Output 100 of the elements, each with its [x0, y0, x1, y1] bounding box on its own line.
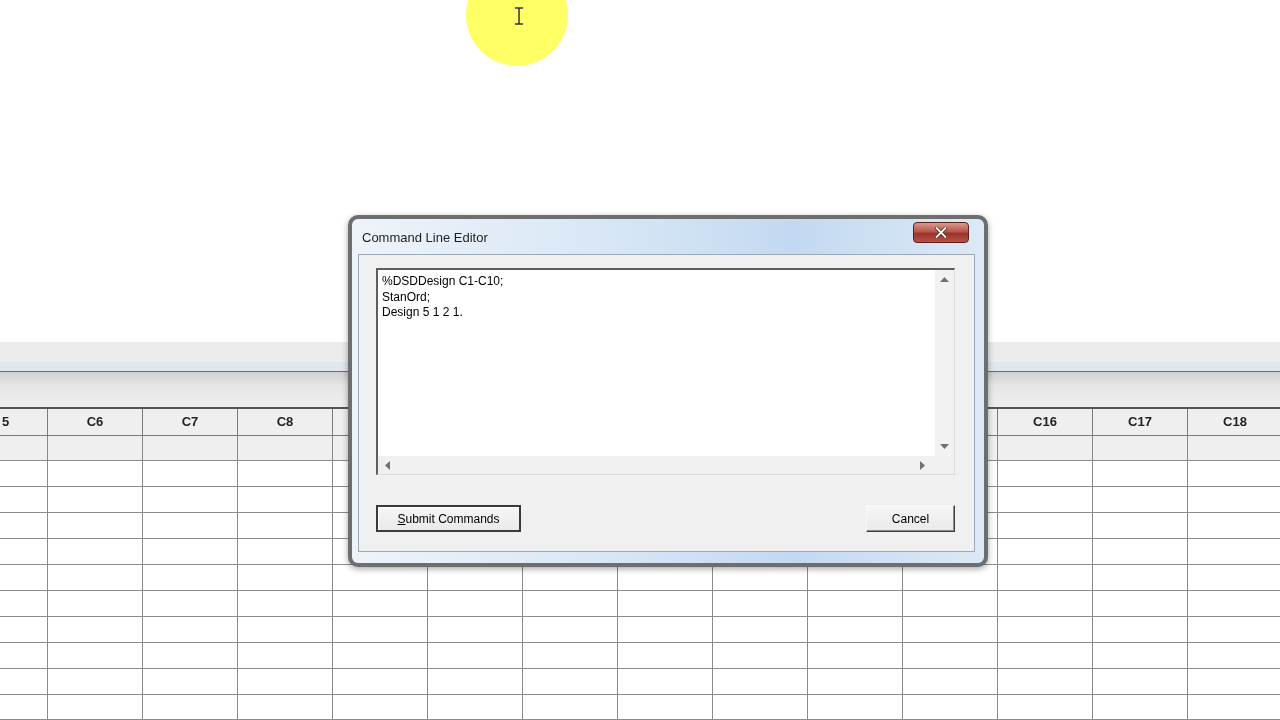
scroll-right-arrow-icon[interactable]	[920, 460, 925, 470]
worksheet-cell[interactable]	[143, 487, 238, 513]
worksheet-cell[interactable]	[1093, 513, 1188, 539]
column-name-cell[interactable]	[1188, 436, 1280, 461]
worksheet-cell[interactable]	[428, 591, 523, 617]
worksheet-cell[interactable]	[238, 617, 333, 643]
worksheet-cell[interactable]	[618, 617, 713, 643]
worksheet-cell[interactable]	[998, 617, 1093, 643]
worksheet-cell[interactable]	[48, 643, 143, 669]
column-name-cell[interactable]	[1093, 436, 1188, 461]
column-header[interactable]: C8	[238, 409, 333, 436]
worksheet-cell[interactable]	[523, 669, 618, 695]
column-name-cell[interactable]	[48, 436, 143, 461]
worksheet-cell[interactable]	[713, 565, 808, 591]
worksheet-cell[interactable]	[523, 591, 618, 617]
worksheet-cell[interactable]	[903, 617, 998, 643]
worksheet-cell[interactable]	[618, 643, 713, 669]
worksheet-cell[interactable]	[143, 513, 238, 539]
column-name-cell[interactable]	[0, 436, 48, 461]
worksheet-cell[interactable]	[143, 617, 238, 643]
worksheet-cell[interactable]	[998, 695, 1093, 720]
column-header[interactable]: C18	[1188, 409, 1280, 436]
worksheet-cell[interactable]	[48, 669, 143, 695]
worksheet-cell[interactable]	[523, 643, 618, 669]
worksheet-cell[interactable]	[903, 643, 998, 669]
worksheet-cell[interactable]	[808, 565, 903, 591]
worksheet-cell[interactable]	[618, 669, 713, 695]
worksheet-cell[interactable]	[998, 487, 1093, 513]
worksheet-cell[interactable]	[618, 695, 713, 720]
worksheet-cell[interactable]	[238, 669, 333, 695]
worksheet-cell[interactable]	[998, 461, 1093, 487]
worksheet-cell[interactable]	[428, 643, 523, 669]
worksheet-cell[interactable]	[1093, 669, 1188, 695]
worksheet-cell[interactable]	[808, 617, 903, 643]
worksheet-cell[interactable]	[48, 487, 143, 513]
worksheet-cell[interactable]	[143, 461, 238, 487]
worksheet-cell[interactable]	[143, 695, 238, 720]
scroll-up-arrow-icon[interactable]	[940, 277, 949, 282]
worksheet-cell[interactable]	[523, 565, 618, 591]
worksheet-cell[interactable]	[713, 591, 808, 617]
worksheet-cell[interactable]	[618, 565, 713, 591]
worksheet-cell[interactable]	[428, 565, 523, 591]
worksheet-cell[interactable]	[998, 643, 1093, 669]
worksheet-cell[interactable]	[48, 591, 143, 617]
worksheet-cell[interactable]	[1093, 695, 1188, 720]
worksheet-cell[interactable]	[333, 591, 428, 617]
worksheet-cell[interactable]	[333, 695, 428, 720]
worksheet-cell[interactable]	[998, 513, 1093, 539]
worksheet-cell[interactable]	[998, 565, 1093, 591]
submit-button[interactable]: Submit Commands	[376, 505, 521, 532]
close-button[interactable]	[913, 222, 969, 243]
worksheet-cell[interactable]	[713, 643, 808, 669]
worksheet-cell[interactable]	[1093, 487, 1188, 513]
worksheet-cell[interactable]	[143, 565, 238, 591]
worksheet-cell[interactable]	[0, 591, 48, 617]
column-header[interactable]: C7	[143, 409, 238, 436]
worksheet-cell[interactable]	[713, 617, 808, 643]
worksheet-cell[interactable]	[808, 695, 903, 720]
worksheet-cell[interactable]	[1093, 565, 1188, 591]
worksheet-cell[interactable]	[238, 591, 333, 617]
cancel-button[interactable]: Cancel	[866, 505, 955, 532]
worksheet-cell[interactable]	[48, 565, 143, 591]
column-name-cell[interactable]	[998, 436, 1093, 461]
worksheet-cell[interactable]	[523, 617, 618, 643]
worksheet-cell[interactable]	[428, 617, 523, 643]
column-header[interactable]: C16	[998, 409, 1093, 436]
worksheet-cell[interactable]	[48, 617, 143, 643]
worksheet-cell[interactable]	[143, 669, 238, 695]
column-header[interactable]: C17	[1093, 409, 1188, 436]
worksheet-cell[interactable]	[808, 669, 903, 695]
worksheet-cell[interactable]	[0, 695, 48, 720]
worksheet-cell[interactable]	[998, 669, 1093, 695]
worksheet-cell[interactable]	[238, 487, 333, 513]
worksheet-cell[interactable]	[143, 539, 238, 565]
worksheet-cell[interactable]	[48, 513, 143, 539]
worksheet-cell[interactable]	[0, 617, 48, 643]
worksheet-cell[interactable]	[238, 461, 333, 487]
worksheet-cell[interactable]	[0, 487, 48, 513]
worksheet-cell[interactable]	[143, 643, 238, 669]
worksheet-cell[interactable]	[1093, 461, 1188, 487]
column-header[interactable]: 5	[0, 409, 48, 436]
worksheet-cell[interactable]	[1093, 539, 1188, 565]
worksheet-cell[interactable]	[48, 539, 143, 565]
worksheet-cell[interactable]	[713, 669, 808, 695]
worksheet-cell[interactable]	[0, 643, 48, 669]
worksheet-cell[interactable]	[238, 643, 333, 669]
worksheet-cell[interactable]	[0, 669, 48, 695]
column-header[interactable]: C6	[48, 409, 143, 436]
worksheet-cell[interactable]	[1093, 591, 1188, 617]
worksheet-cell[interactable]	[0, 513, 48, 539]
worksheet-cell[interactable]	[713, 695, 808, 720]
worksheet-cell[interactable]	[523, 695, 618, 720]
worksheet-cell[interactable]	[1093, 643, 1188, 669]
worksheet-cell[interactable]	[238, 565, 333, 591]
worksheet-cell[interactable]	[1093, 617, 1188, 643]
worksheet-cell[interactable]	[903, 591, 998, 617]
worksheet-cell[interactable]	[808, 643, 903, 669]
worksheet-cell[interactable]	[903, 565, 998, 591]
worksheet-cell[interactable]	[618, 591, 713, 617]
worksheet-cell[interactable]	[0, 539, 48, 565]
